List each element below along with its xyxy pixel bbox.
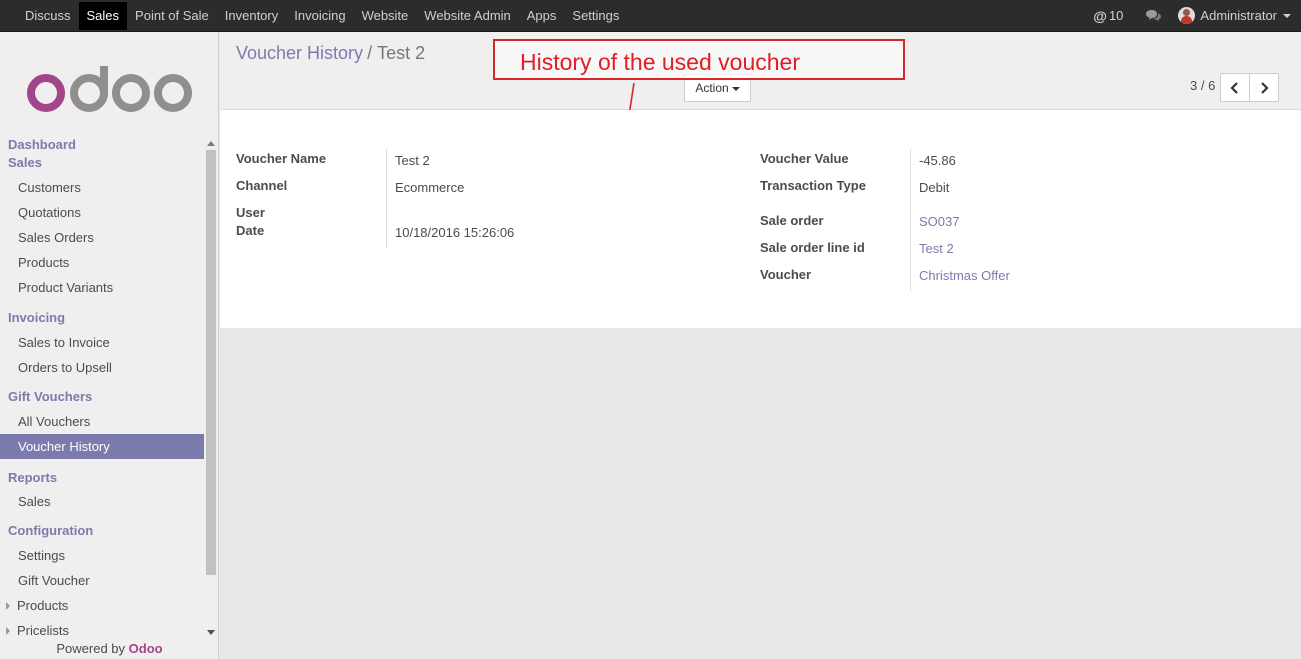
menu-point-of-sale[interactable]: Point of Sale [127,2,217,30]
sidebar-item-dashboard[interactable]: Dashboard [0,136,204,154]
transaction-type-label: Transaction Type [760,178,866,193]
voucher-name-label: Voucher Name [236,151,327,166]
breadcrumb-separator: / [367,43,373,63]
sidebar-heading-invoicing[interactable]: Invoicing [0,300,204,330]
channel-label: Channel [236,178,288,193]
sidebar-heading-sales[interactable]: Sales [0,154,204,172]
menu-apps[interactable]: Apps [519,2,565,30]
voucher-name-value: Test 2 [395,153,430,168]
menu-inventory[interactable]: Inventory [217,2,286,30]
menu-website[interactable]: Website [354,2,417,30]
annotation-text: History of the used voucher [520,49,800,75]
user-name: Administrator [1200,8,1277,23]
scroll-down-icon[interactable] [207,630,215,635]
sidebar-heading-gift-vouchers[interactable]: Gift Vouchers [0,380,204,409]
sidebar-heading-configuration[interactable]: Configuration [0,514,204,543]
caret-down-icon [1283,13,1291,18]
menu-settings[interactable]: Settings [564,2,627,30]
powered-by-label: Powered by [56,641,126,656]
sidebar-heading-reports[interactable]: Reports [0,459,204,489]
systray: @ 10 Administrator [1093,0,1301,31]
sidebar-scrollbar[interactable] [205,138,217,644]
sale-order-link[interactable]: SO037 [919,214,959,229]
channel-value: Ecommerce [395,180,465,195]
sidebar-item-voucher-history[interactable]: Voucher History [0,434,204,459]
sidebar-item-sales-orders[interactable]: Sales Orders [0,225,204,250]
column-divider [386,149,387,248]
sale-order-label: Sale order [760,213,824,228]
sidebar-item-orders-to-upsell[interactable]: Orders to Upsell [0,355,204,380]
scroll-up-icon[interactable] [207,141,215,146]
sidebar-item-sales-to-invoice[interactable]: Sales to Invoice [0,330,204,355]
mentions-button[interactable]: @ 10 [1093,8,1123,24]
breadcrumb-voucher-history[interactable]: Voucher History [236,43,363,63]
annotation-callout: History of the used voucher [493,39,905,80]
form-sheet: Voucher Name Test 2 Channel Ecommerce Us… [220,110,1301,328]
sidebar-item-pricelists[interactable]: Pricelists [0,618,204,643]
avatar [1178,7,1196,24]
powered-by-brand[interactable]: Odoo [129,641,163,656]
pager-previous-button[interactable] [1220,73,1250,102]
sidebar-item-settings[interactable]: Settings [0,543,204,568]
powered-by: Powered by Odoo [0,641,219,656]
sidebar-item-gift-voucher[interactable]: Gift Voucher [0,568,204,593]
mentions-count: 10 [1108,8,1124,23]
sidebar-item-product-variants[interactable]: Product Variants [0,275,204,300]
date-value: 10/18/2016 15:26:06 [395,225,515,240]
caret-down-icon [731,86,740,91]
pager-next-button[interactable] [1249,73,1279,102]
chevron-left-icon [1230,81,1238,94]
chat-icon[interactable] [1145,9,1162,22]
menu-website-admin[interactable]: Website Admin [416,2,518,30]
sidebar-item-quotations[interactable]: Quotations [0,200,204,225]
voucher-value-label: Voucher Value [760,151,849,166]
sale-order-line-label: Sale order line id [760,240,865,255]
voucher-label: Voucher [760,267,812,282]
pager-value[interactable]: 3 / 6 [1190,78,1215,93]
voucher-value-value: -45.86 [919,153,956,168]
sidebar-item-all-vouchers[interactable]: All Vouchers [0,409,204,434]
sale-order-line-link[interactable]: Test 2 [919,241,954,256]
transaction-type-value: Debit [919,180,950,195]
sidebar-item-customers[interactable]: Customers [0,175,204,200]
voucher-link[interactable]: Christmas Offer [919,268,1010,283]
sidebar-item-config-products[interactable]: Products [0,593,204,618]
chevron-right-icon [1261,81,1269,94]
menu-invoicing[interactable]: Invoicing [286,2,353,30]
breadcrumb-current: Test 2 [377,43,426,63]
user-label: User [236,205,265,220]
menu-sales[interactable]: Sales [78,2,128,30]
date-label: Date [236,223,265,238]
scrollbar-thumb[interactable] [206,150,216,575]
odoo-logo[interactable] [26,66,194,112]
sidebar: Dashboard Sales Customers Quotations Sal… [0,32,219,659]
sidebar-item-reports-sales[interactable]: Sales [0,489,204,514]
top-navbar: Discuss Sales Point of Sale Inventory In… [0,0,1301,32]
at-icon: @ [1093,7,1107,24]
user-menu[interactable]: Administrator [1178,7,1291,24]
app-menu: Discuss Sales Point of Sale Inventory In… [17,0,627,31]
action-button-label: Action [695,81,729,95]
breadcrumb: Voucher History / Test 2 [236,43,425,64]
sidebar-menu: Dashboard Sales Customers Quotations Sal… [0,136,204,643]
column-divider [910,149,911,291]
sidebar-item-products[interactable]: Products [0,250,204,275]
menu-discuss[interactable]: Discuss [17,2,79,30]
